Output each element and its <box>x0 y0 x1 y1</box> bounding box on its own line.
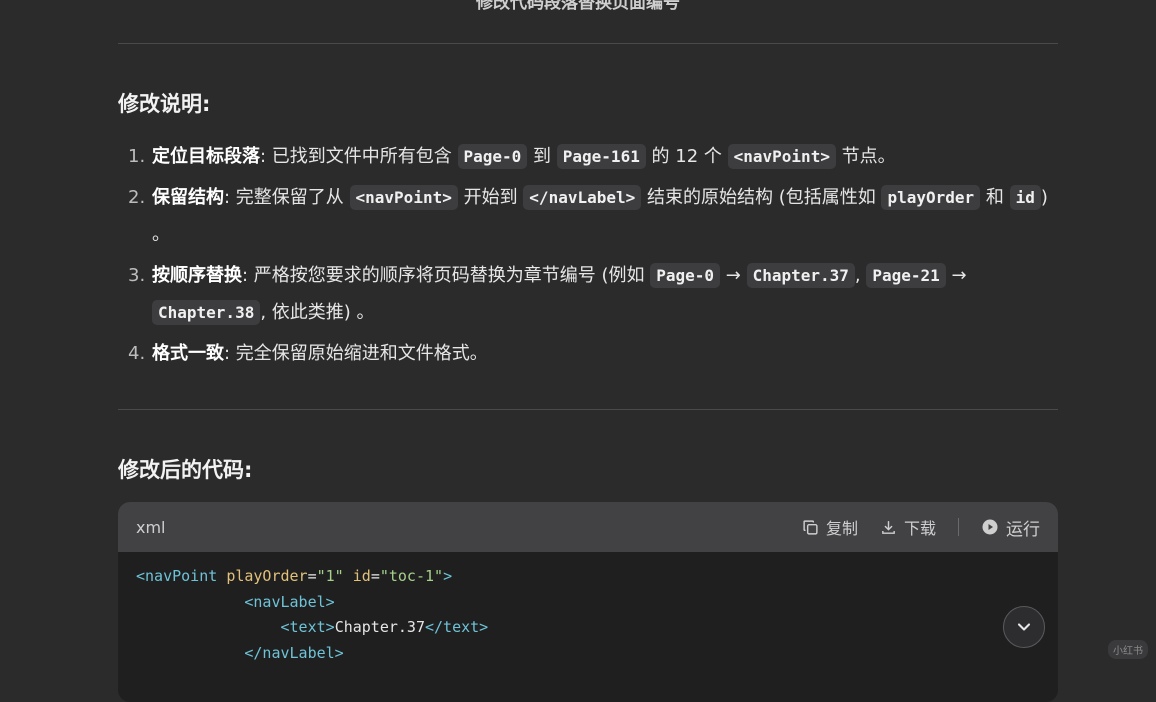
inline-code: playOrder <box>881 185 981 210</box>
code-block: xml 复制 下载 运行 <navPoint playOrder="1" id=… <box>118 502 1058 702</box>
inline-code: Page-0 <box>650 263 721 288</box>
copy-button[interactable]: 复制 <box>802 515 858 539</box>
divider-middle <box>118 409 1058 410</box>
inline-code: Page-21 <box>866 263 946 288</box>
code-actions: 复制 下载 运行 <box>802 515 1040 540</box>
list-item: 3. 按顺序替换: 严格按您要求的顺序将页码替换为章节编号 (例如 Page-0… <box>128 263 967 325</box>
inline-code: <navPoint> <box>349 185 458 210</box>
code-heading: 修改后的代码: <box>118 458 253 482</box>
inline-code: <navPoint> <box>727 144 836 169</box>
inline-code: Page-0 <box>457 144 528 169</box>
list-item: 1. 定位目标段落: 已找到文件中所有包含 Page-0 到 Page-161 … <box>128 144 896 169</box>
copy-icon <box>803 519 818 535</box>
list-item: 2. 保留结构: 完整保留了从 <navPoint> 开始到 </navLabe… <box>128 185 1048 245</box>
inline-code: id <box>1009 185 1041 210</box>
list-item: 4. 格式一致: 完全保留原始缩进和文件格式。 <box>128 343 488 364</box>
run-button[interactable]: 运行 <box>981 515 1040 540</box>
run-icon <box>982 519 998 535</box>
inline-code: Chapter.38 <box>152 300 261 325</box>
page-title-partial: 修改代码段落替换页面编号 <box>476 0 680 13</box>
inline-code: Page-161 <box>556 144 646 169</box>
inline-code: </navLabel> <box>523 185 642 210</box>
explanation-heading: 修改说明: <box>118 92 211 116</box>
code-language-label: xml <box>136 517 166 537</box>
scroll-down-button[interactable] <box>1003 606 1045 648</box>
chevron-down-icon <box>1017 623 1031 631</box>
code-content: <navPoint playOrder="1" id="toc-1"> <nav… <box>136 567 489 662</box>
download-button[interactable]: 下载 <box>880 515 936 539</box>
explanation-list: 1. 定位目标段落: 已找到文件中所有包含 Page-0 到 Page-161 … <box>118 138 1058 376</box>
inline-code: Chapter.37 <box>746 263 855 288</box>
action-separator <box>958 518 959 536</box>
divider-top <box>118 43 1058 44</box>
code-block-header: xml 复制 下载 运行 <box>118 502 1058 552</box>
watermark: 小红书 <box>1108 640 1148 659</box>
download-icon <box>882 520 895 534</box>
